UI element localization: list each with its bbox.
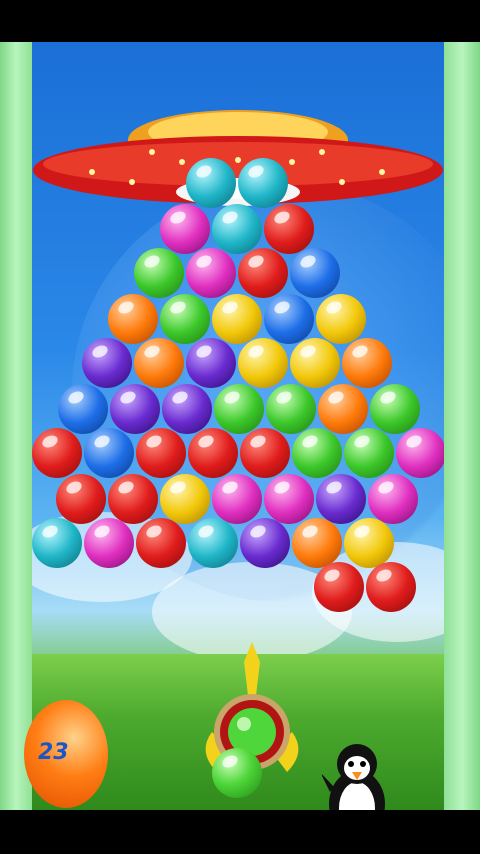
- bubble-yellow: [290, 338, 340, 388]
- penguin-mascot: [320, 742, 392, 810]
- bubble-green: [370, 384, 420, 434]
- bubble-red: [366, 562, 416, 612]
- bubble-purple: [110, 384, 160, 434]
- bubble-orange: [318, 384, 368, 434]
- bubble-red: [108, 474, 158, 524]
- bubble-cyan: [32, 518, 82, 568]
- bubble-magenta: [396, 428, 444, 478]
- bubble-yellow: [160, 474, 210, 524]
- bubble-cyan: [212, 204, 262, 254]
- bubble-purple: [162, 384, 212, 434]
- bubble-green: [134, 248, 184, 298]
- bubble-green: [160, 294, 210, 344]
- bubble-red: [238, 248, 288, 298]
- bubble-red: [240, 428, 290, 478]
- left-border: [0, 42, 32, 810]
- bubble-purple: [240, 518, 290, 568]
- bubble-cyan: [188, 518, 238, 568]
- bubble-magenta: [368, 474, 418, 524]
- next-bubble[interactable]: [212, 748, 262, 798]
- bubble-red: [264, 204, 314, 254]
- bubble-orange: [108, 294, 158, 344]
- bubble-green: [266, 384, 316, 434]
- bubble-red: [56, 474, 106, 524]
- bubble-blue: [264, 294, 314, 344]
- bubble-magenta: [186, 248, 236, 298]
- bubble-blue: [58, 384, 108, 434]
- bubble-green: [292, 428, 342, 478]
- bubble-cyan: [186, 158, 236, 208]
- bubble-orange: [292, 518, 342, 568]
- bubble-magenta: [212, 474, 262, 524]
- bubble-yellow: [316, 294, 366, 344]
- bubble-orange: [134, 338, 184, 388]
- bubble-purple: [82, 338, 132, 388]
- bubble-red: [136, 518, 186, 568]
- bubble-yellow: [238, 338, 288, 388]
- bubble-red: [188, 428, 238, 478]
- bubble-cyan: [238, 158, 288, 208]
- ufo-ship: [33, 110, 443, 206]
- bubble-magenta: [84, 518, 134, 568]
- right-border: [444, 42, 480, 810]
- bubble-green: [214, 384, 264, 434]
- bubble-blue: [290, 248, 340, 298]
- bubble-magenta: [264, 474, 314, 524]
- bubble-red: [136, 428, 186, 478]
- bubble-red: [32, 428, 82, 478]
- bubble-purple: [316, 474, 366, 524]
- bubble-red: [314, 562, 364, 612]
- bubble-blue: [84, 428, 134, 478]
- bubble-green: [344, 428, 394, 478]
- bubble-purple: [186, 338, 236, 388]
- bubble-yellow: [344, 518, 394, 568]
- bubble-magenta: [160, 204, 210, 254]
- playfield[interactable]: [32, 42, 444, 810]
- score-counter: 23: [38, 740, 69, 765]
- bubble-yellow: [212, 294, 262, 344]
- bubble-orange: [342, 338, 392, 388]
